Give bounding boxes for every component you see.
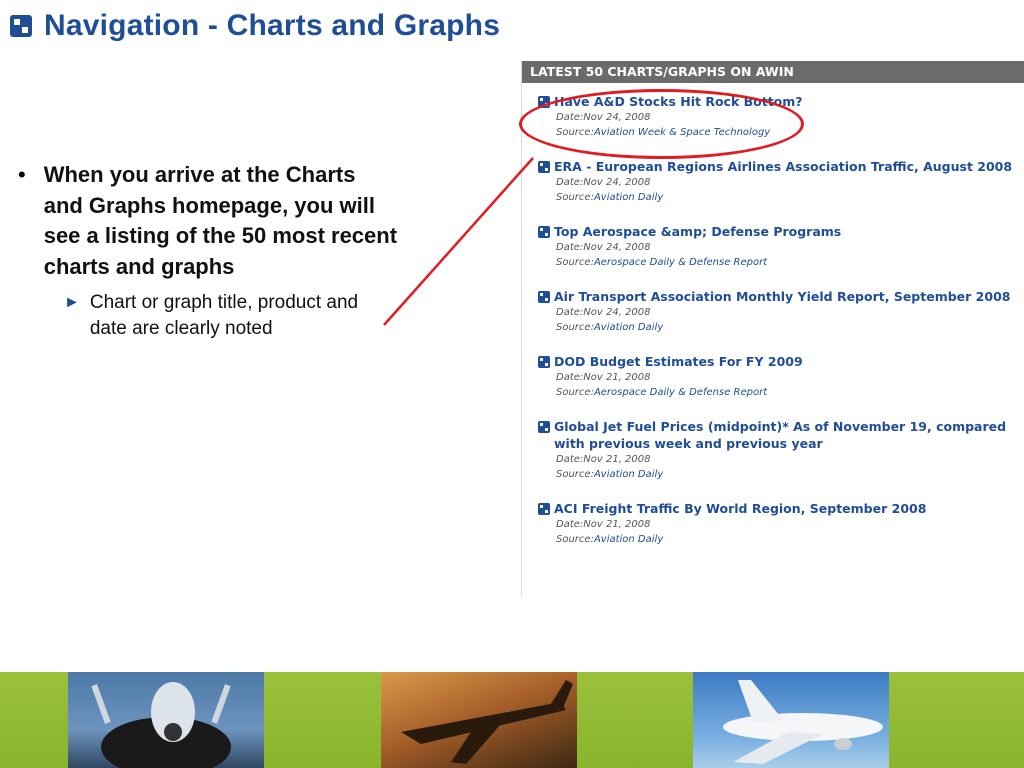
date-value: Nov 21, 2008 bbox=[583, 454, 651, 465]
blue-square-icon bbox=[538, 96, 550, 108]
source-prefix: Source: bbox=[556, 192, 594, 203]
date-prefix: Date: bbox=[556, 307, 584, 318]
date-prefix: Date: bbox=[556, 454, 584, 465]
source-link[interactable]: Aviation Daily bbox=[594, 192, 663, 203]
item-date: Date:Nov 24, 2008 bbox=[538, 110, 1024, 125]
item-date: Date:Nov 24, 2008 bbox=[538, 175, 1024, 190]
date-value: Nov 24, 2008 bbox=[583, 242, 651, 253]
source-prefix: Source: bbox=[556, 322, 594, 333]
date-value: Nov 21, 2008 bbox=[583, 519, 651, 530]
item-source: Source:Aviation Daily bbox=[538, 532, 1024, 547]
item-date: Date:Nov 21, 2008 bbox=[538, 452, 1024, 467]
item-date: Date:Nov 21, 2008 bbox=[538, 370, 1024, 385]
item-source: Source:Aerospace Daily & Defense Report bbox=[538, 385, 1024, 400]
blue-square-icon bbox=[538, 356, 550, 368]
item-source: Source:Aviation Week & Space Technology bbox=[538, 125, 1024, 140]
item-source: Source:Aviation Daily bbox=[538, 467, 1024, 482]
blue-square-icon bbox=[538, 503, 550, 515]
chart-title-link[interactable]: DOD Budget Estimates For FY 2009 bbox=[554, 353, 803, 370]
chart-title-link[interactable]: Air Transport Association Monthly Yield … bbox=[554, 288, 1010, 305]
list-item: Have A&D Stocks Hit Rock Bottom? Date:No… bbox=[538, 93, 1024, 140]
list-item: DOD Budget Estimates For FY 2009 Date:No… bbox=[538, 353, 1024, 400]
chart-title-link[interactable]: ERA - European Regions Airlines Associat… bbox=[554, 158, 1012, 175]
bullet-sub: ► Chart or graph title, product and date… bbox=[64, 290, 398, 342]
list-item: Global Jet Fuel Prices (midpoint)* As of… bbox=[538, 418, 1024, 482]
bullet-sub-text: Chart or graph title, product and date a… bbox=[89, 292, 359, 339]
blue-square-icon bbox=[538, 421, 550, 433]
list-item: Top Aerospace &amp; Defense Programs Dat… bbox=[538, 223, 1024, 270]
item-date: Date:Nov 21, 2008 bbox=[538, 517, 1024, 532]
source-link[interactable]: Aviation Daily bbox=[594, 469, 663, 480]
source-link[interactable]: Aviation Daily bbox=[594, 322, 663, 333]
list-item: ACI Freight Traffic By World Region, Sep… bbox=[538, 500, 1024, 547]
source-prefix: Source: bbox=[556, 387, 594, 398]
source-link[interactable]: Aviation Daily bbox=[594, 534, 663, 545]
chart-title-link[interactable]: Top Aerospace &amp; Defense Programs bbox=[554, 223, 841, 240]
charts-panel: LATEST 50 CHARTS/GRAPHS ON AWIN Have A&D… bbox=[521, 61, 1024, 597]
footer-banner bbox=[0, 672, 1024, 768]
source-link[interactable]: Aerospace Daily & Defense Report bbox=[594, 387, 767, 398]
source-link[interactable]: Aerospace Daily & Defense Report bbox=[594, 257, 767, 268]
item-date: Date:Nov 24, 2008 bbox=[538, 240, 1024, 255]
date-prefix: Date: bbox=[556, 519, 584, 530]
title-square-icon bbox=[10, 15, 32, 37]
panel-header: LATEST 50 CHARTS/GRAPHS ON AWIN bbox=[522, 61, 1024, 83]
chart-title-link[interactable]: Have A&D Stocks Hit Rock Bottom? bbox=[554, 93, 803, 110]
item-date: Date:Nov 24, 2008 bbox=[538, 305, 1024, 320]
chart-title-link[interactable]: Global Jet Fuel Prices (midpoint)* As of… bbox=[554, 418, 1024, 452]
blue-square-icon bbox=[538, 161, 550, 173]
date-value: Nov 24, 2008 bbox=[583, 307, 651, 318]
charts-list: Have A&D Stocks Hit Rock Bottom? Date:No… bbox=[522, 83, 1024, 547]
item-source: Source:Aviation Daily bbox=[538, 320, 1024, 335]
slide-title: Navigation - Charts and Graphs bbox=[10, 6, 500, 46]
airliner-photo bbox=[693, 672, 889, 768]
source-prefix: Source: bbox=[556, 534, 594, 545]
date-prefix: Date: bbox=[556, 177, 584, 188]
bullet-list: • When you arrive at the Charts and Grap… bbox=[18, 160, 398, 342]
list-item: Air Transport Association Monthly Yield … bbox=[538, 288, 1024, 335]
date-prefix: Date: bbox=[556, 372, 584, 383]
blue-square-icon bbox=[538, 291, 550, 303]
arrow-right-icon: ► bbox=[64, 294, 80, 311]
source-link[interactable]: Aviation Week & Space Technology bbox=[594, 127, 770, 138]
business-jet-photo bbox=[381, 672, 577, 768]
source-prefix: Source: bbox=[556, 127, 594, 138]
date-value: Nov 24, 2008 bbox=[583, 177, 651, 188]
item-source: Source:Aerospace Daily & Defense Report bbox=[538, 255, 1024, 270]
bullet-main: • When you arrive at the Charts and Grap… bbox=[18, 160, 398, 282]
chart-title-link[interactable]: ACI Freight Traffic By World Region, Sep… bbox=[554, 500, 926, 517]
date-value: Nov 21, 2008 bbox=[583, 372, 651, 383]
blue-square-icon bbox=[538, 226, 550, 238]
source-prefix: Source: bbox=[556, 257, 594, 268]
date-prefix: Date: bbox=[556, 242, 584, 253]
bullet-main-text: When you arrive at the Charts and Graphs… bbox=[43, 162, 398, 279]
source-prefix: Source: bbox=[556, 469, 594, 480]
fighter-jet-photo bbox=[68, 672, 264, 768]
item-source: Source:Aviation Daily bbox=[538, 190, 1024, 205]
page-title: Navigation - Charts and Graphs bbox=[44, 9, 501, 42]
bullet-dot-icon: • bbox=[18, 162, 26, 187]
date-value: Nov 24, 2008 bbox=[583, 112, 651, 123]
date-prefix: Date: bbox=[556, 112, 584, 123]
list-item: ERA - European Regions Airlines Associat… bbox=[538, 158, 1024, 205]
